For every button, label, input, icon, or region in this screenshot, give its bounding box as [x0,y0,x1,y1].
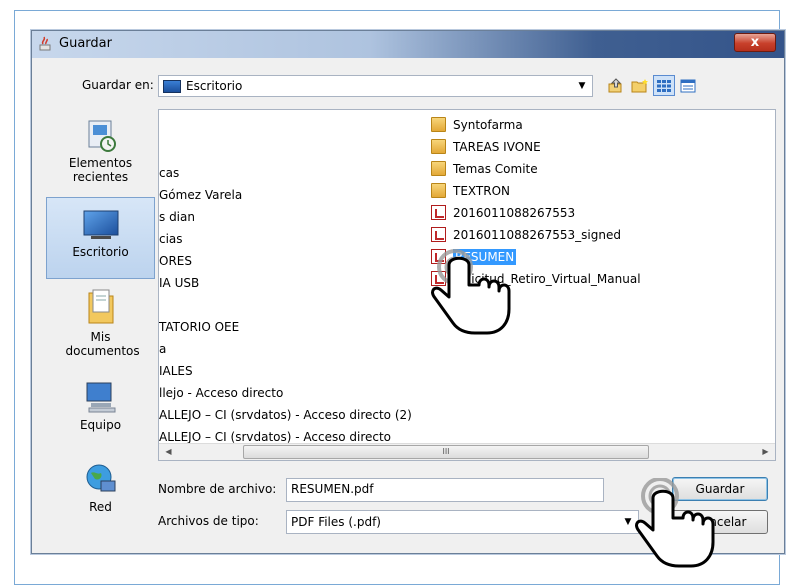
list-item[interactable]: 2016011088267553 [429,202,759,224]
desktop-small-icon [163,80,181,93]
save-in-dropdown[interactable]: Escritorio ▼ [158,75,593,97]
places-sidebar: Elementos recientes Escritorio Mis docum… [46,109,155,519]
list-item[interactable]: TAREAS IVONE [429,136,759,158]
details-view-icon[interactable] [677,75,699,96]
list-item[interactable]: a [159,338,429,360]
list-item[interactable]: Syntofarma [429,114,759,136]
scroll-left-arrow-icon[interactable]: ◀ [161,445,176,459]
new-folder-icon[interactable] [629,75,651,96]
pointing-hand-icon [635,478,715,568]
title-bar[interactable]: Guardar x [32,31,784,58]
folder-icon [431,183,446,198]
list-item[interactable]: IA USB [159,272,429,294]
network-icon [86,464,115,492]
java-icon [37,36,53,52]
pdf-file-icon [431,227,446,242]
sidebar-item-label: Equipo [79,418,122,432]
computer-icon [86,382,115,413]
filename-input[interactable]: RESUMEN.pdf [286,478,604,502]
up-folder-icon[interactable] [605,75,627,96]
list-item[interactable]: TATORIO OEE [159,316,429,338]
horizontal-scrollbar[interactable]: ◀ III ▶ [159,443,775,460]
list-item[interactable]: IALES [159,360,429,382]
list-item[interactable]: ORES [159,250,429,272]
sidebar-item-documents[interactable]: Mis documentos [46,287,155,358]
folder-icon [431,161,446,176]
list-item[interactable]: 2016011088267553_signed [429,224,759,246]
file-list-left-column: cas Gómez Varela s dian cias ORES IA USB… [159,162,429,448]
scroll-right-arrow-icon[interactable]: ▶ [758,445,773,459]
sidebar-item-label: Mis documentos [65,330,140,358]
chevron-down-icon[interactable]: ▼ [575,79,589,93]
list-item[interactable]: cas [159,162,429,184]
pdf-file-icon [431,205,446,220]
sidebar-item-label: Elementos recientes [68,156,133,184]
list-item[interactable]: s dian [159,206,429,228]
list-item[interactable]: TEXTRON [429,180,759,202]
list-item[interactable]: cias [159,228,429,250]
list-item[interactable]: Temas Comite [429,158,759,180]
save-in-label: Guardar en: [82,78,154,92]
folder-icon [431,139,446,154]
desktop-icon [83,210,118,239]
list-view-icon[interactable] [653,75,675,96]
list-item[interactable]: llejo - Acceso directo [159,382,429,404]
recent-items-icon [88,120,116,152]
folder-icon [431,117,446,132]
sidebar-item-label: Red [89,500,112,514]
list-item[interactable]: Gómez Varela [159,184,429,206]
sidebar-item-desktop[interactable]: Escritorio [46,197,155,279]
filetype-value: PDF Files (.pdf) [291,515,381,529]
filetype-label: Archivos de tipo: [158,514,259,528]
scrollbar-thumb[interactable]: III [243,445,649,459]
save-in-value: Escritorio [186,79,243,93]
close-button[interactable]: x [734,33,776,52]
sidebar-item-recent[interactable]: Elementos recientes [46,117,155,184]
filename-label: Nombre de archivo: [158,482,277,496]
sidebar-item-network[interactable]: Red [46,461,155,514]
pointing-hand-icon [431,249,511,335]
save-dialog: Guardar x Guardar en: Escritorio ▼ Eleme… [31,30,785,554]
list-item[interactable] [159,294,429,316]
window-title: Guardar [59,36,112,51]
list-item[interactable]: ALLEJO – CI (srvdatos) - Acceso directo … [159,404,429,426]
sidebar-item-label: Escritorio [72,245,129,259]
sidebar-item-computer[interactable]: Equipo [46,379,155,432]
filetype-dropdown[interactable]: PDF Files (.pdf) ▼ [286,510,639,534]
documents-icon [88,289,113,324]
